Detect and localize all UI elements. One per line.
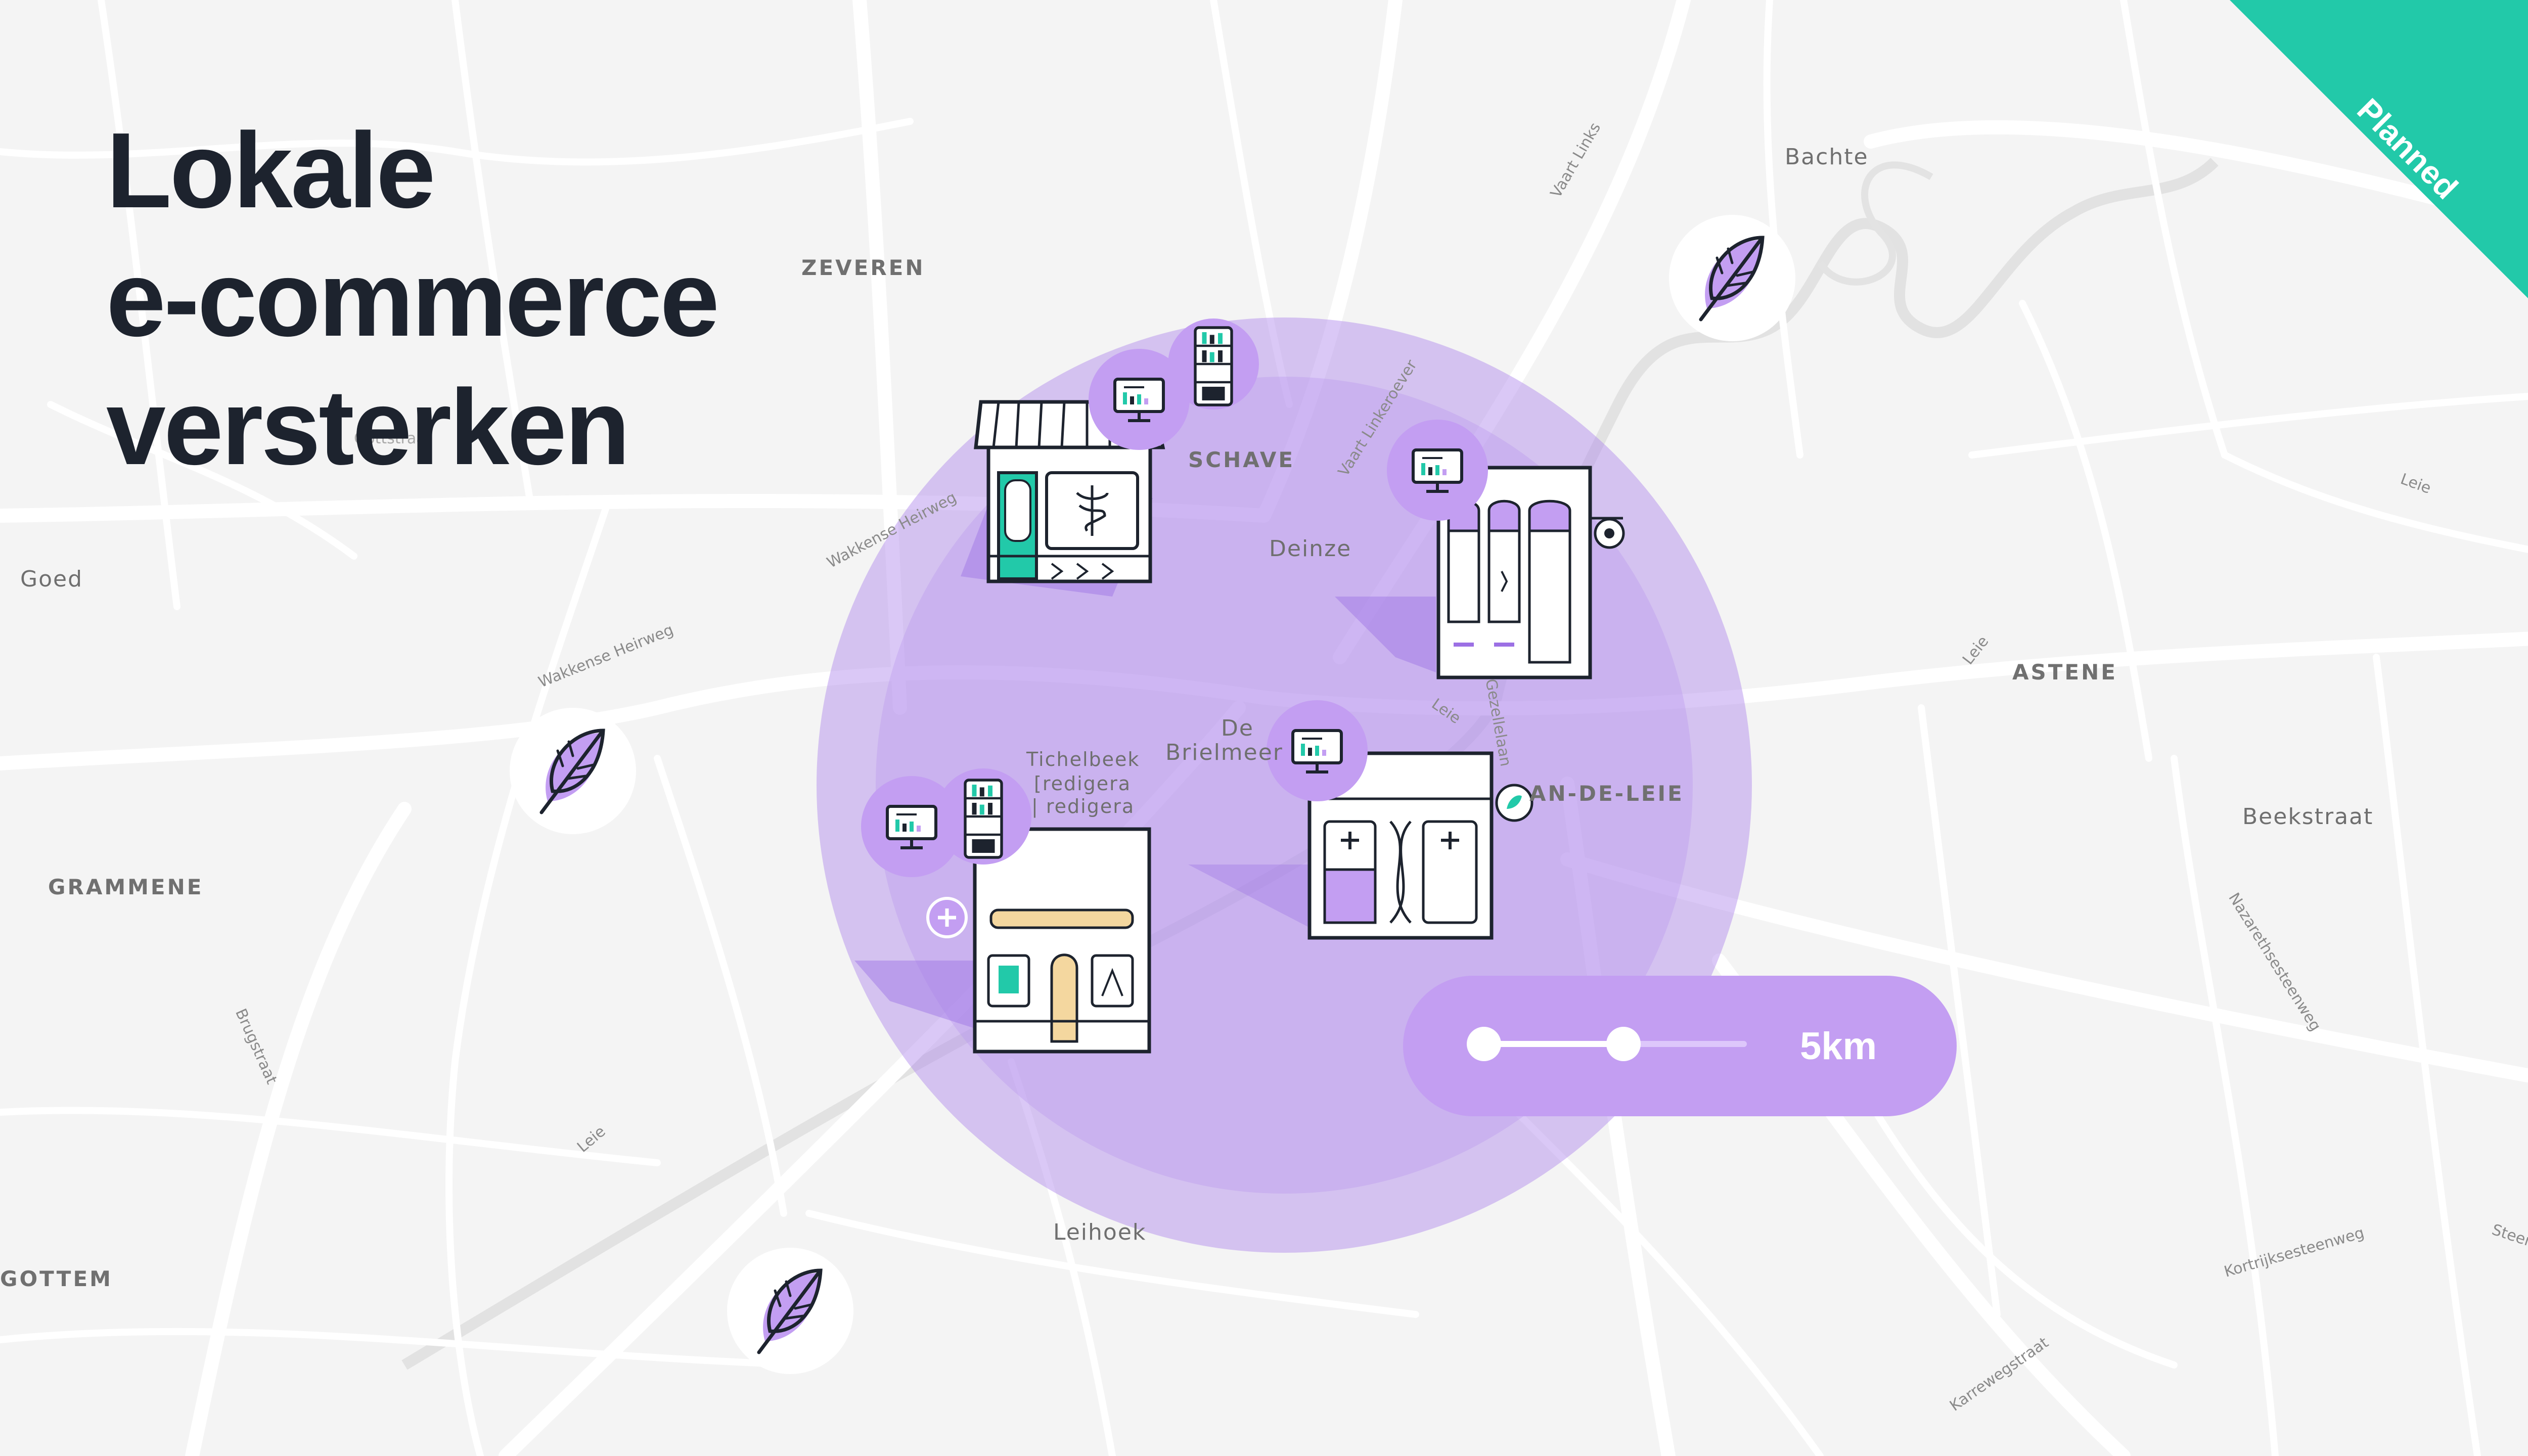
radius-slider[interactable]: 5km	[1403, 976, 1957, 1116]
monitor-icon	[1387, 420, 1488, 521]
title-line-3: versterken	[106, 367, 630, 487]
leaf-icon	[1669, 215, 1795, 341]
slider-handle[interactable]	[1606, 1027, 1641, 1061]
place-label-grammene: GRAMMENE	[48, 875, 204, 899]
slider-fill	[1484, 1041, 1623, 1047]
slider-value-label: 5km	[1800, 1025, 1877, 1068]
place-label-leihoek: Leihoek	[1053, 1219, 1147, 1245]
leaf-icon	[510, 708, 636, 834]
title-line-1: Lokale	[106, 110, 436, 230]
place-label-redigera-1: [redigera	[1034, 772, 1132, 795]
place-label-astene: ASTENE	[2012, 660, 2117, 685]
place-label-tichelbeek: Tichelbeek	[1026, 748, 1140, 770]
place-label-goed: Goed	[20, 566, 83, 592]
place-label-de: De	[1221, 715, 1254, 741]
place-label-bachte: Bachte	[1785, 144, 1869, 170]
place-label-deinze: Deinze	[1269, 536, 1352, 562]
page-title: Lokale e-commerce versterken	[106, 106, 719, 491]
map-canvas[interactable]: ZEVEREN Bachte SCHAVE Deinze Goed ASTENE…	[0, 0, 2528, 1456]
monitor-icon	[1089, 349, 1190, 450]
place-label-gottem: GOTTEM	[0, 1266, 113, 1291]
slider-start-knob[interactable]	[1467, 1027, 1501, 1061]
place-label-an-de-leie: AN-DE-LEIE	[1529, 781, 1684, 806]
place-label-redigera-2: | redigera	[1031, 795, 1135, 817]
monitor-icon	[861, 776, 962, 877]
leaf-icon	[727, 1248, 853, 1374]
place-label-schave: SCHAVE	[1188, 447, 1295, 472]
place-label-beekstraat: Beekstraat	[2242, 804, 2374, 830]
title-line-2: e-commerce	[106, 239, 719, 358]
place-label-brielmeer: Brielmeer	[1165, 740, 1283, 765]
place-label-zeveren: ZEVEREN	[801, 255, 925, 280]
